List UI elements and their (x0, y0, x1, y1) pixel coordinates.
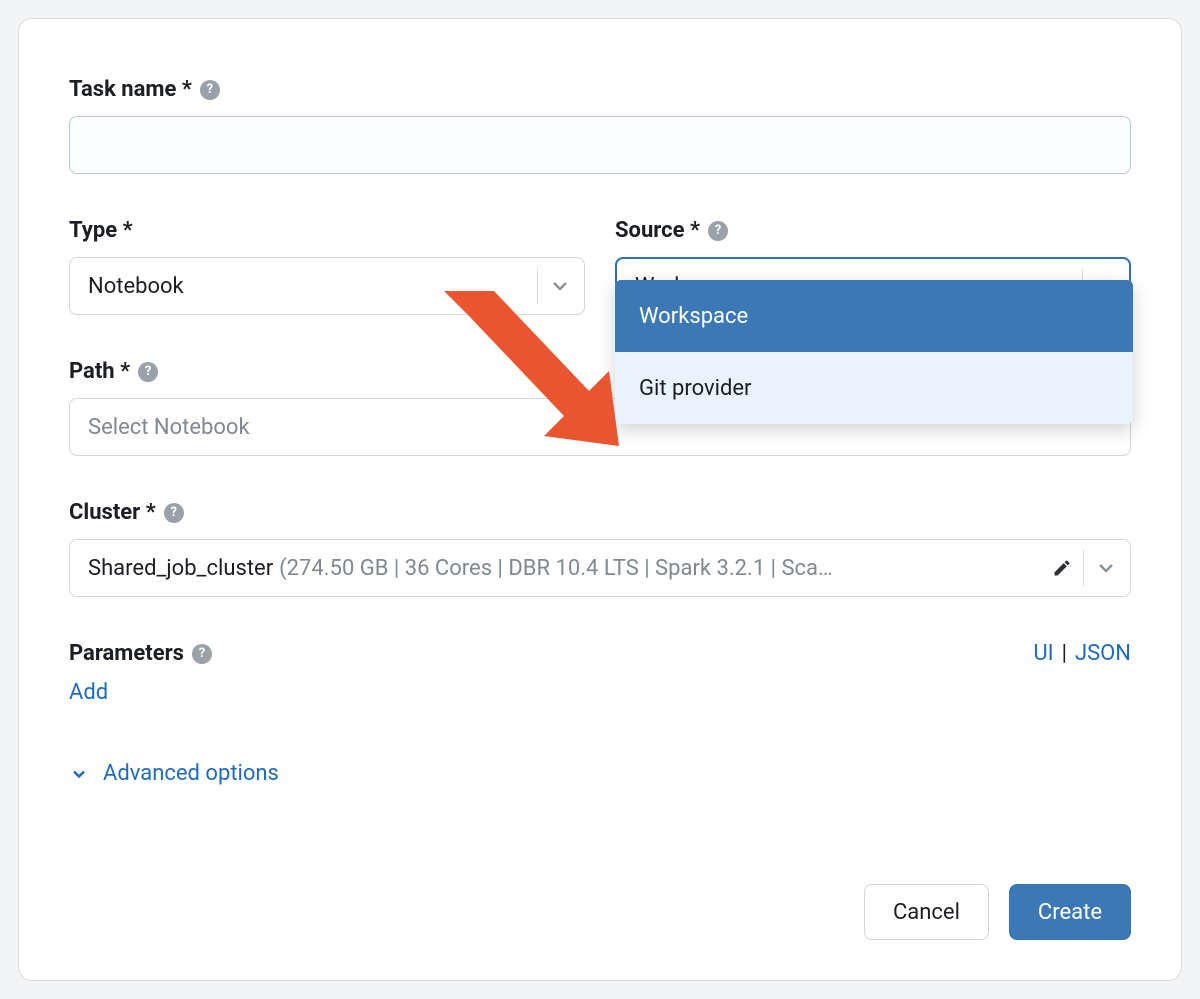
source-option-workspace-label: Workspace (639, 304, 748, 329)
parameters-toggle-ui[interactable]: UI (1033, 641, 1053, 666)
task-name-label: Task name * ? (69, 77, 1131, 102)
path-label-text: Path * (69, 359, 130, 384)
cluster-select[interactable]: Shared_job_cluster (274.50 GB | 36 Cores… (69, 539, 1131, 597)
select-divider (1083, 550, 1084, 586)
cancel-button-label: Cancel (893, 900, 960, 925)
parameters-label-text: Parameters (69, 641, 184, 666)
path-placeholder: Select Notebook (88, 415, 250, 440)
parameters-toggle-sep: | (1062, 641, 1067, 666)
select-divider (537, 268, 538, 304)
parameters-label: Parameters ? (69, 641, 212, 666)
create-button[interactable]: Create (1009, 884, 1131, 940)
advanced-options-toggle[interactable]: Advanced options (69, 761, 1131, 786)
cluster-name: Shared_job_cluster (88, 556, 273, 581)
create-button-label: Create (1038, 900, 1102, 925)
source-label: Source * ? (615, 218, 1131, 243)
help-icon[interactable]: ? (192, 644, 212, 664)
chevron-down-icon (69, 764, 89, 784)
help-icon[interactable]: ? (164, 503, 184, 523)
type-select[interactable]: Notebook (69, 257, 585, 315)
chevron-down-icon (548, 274, 572, 298)
task-form-card: Task name * ? Type * Notebook Source * ?… (18, 18, 1182, 981)
task-name-label-text: Task name * (69, 77, 192, 102)
help-icon[interactable]: ? (708, 221, 728, 241)
chevron-down-icon (1094, 556, 1118, 580)
form-footer: Cancel Create (864, 884, 1131, 940)
type-label-text: Type * (69, 218, 133, 243)
help-icon[interactable]: ? (138, 362, 158, 382)
task-name-input[interactable] (69, 116, 1131, 174)
advanced-options-label: Advanced options (103, 761, 279, 786)
source-option-workspace[interactable]: Workspace (615, 280, 1133, 352)
cancel-button[interactable]: Cancel (864, 884, 989, 940)
cluster-label: Cluster * ? (69, 500, 1131, 525)
parameters-toggle-json[interactable]: JSON (1075, 641, 1131, 666)
help-icon[interactable]: ? (200, 80, 220, 100)
source-option-git-provider[interactable]: Git provider (615, 352, 1133, 424)
type-select-value: Notebook (88, 274, 184, 299)
source-label-text: Source * (615, 218, 700, 243)
source-option-git-provider-label: Git provider (639, 376, 752, 401)
source-dropdown-popup: Workspace Git provider (615, 280, 1133, 424)
pencil-icon[interactable] (1052, 558, 1072, 578)
parameters-mode-toggle: UI | JSON (1033, 641, 1131, 666)
cluster-label-text: Cluster * (69, 500, 156, 525)
type-label: Type * (69, 218, 585, 243)
cluster-details: (274.50 GB | 36 Cores | DBR 10.4 LTS | S… (279, 556, 833, 581)
parameters-add-link[interactable]: Add (69, 680, 108, 705)
